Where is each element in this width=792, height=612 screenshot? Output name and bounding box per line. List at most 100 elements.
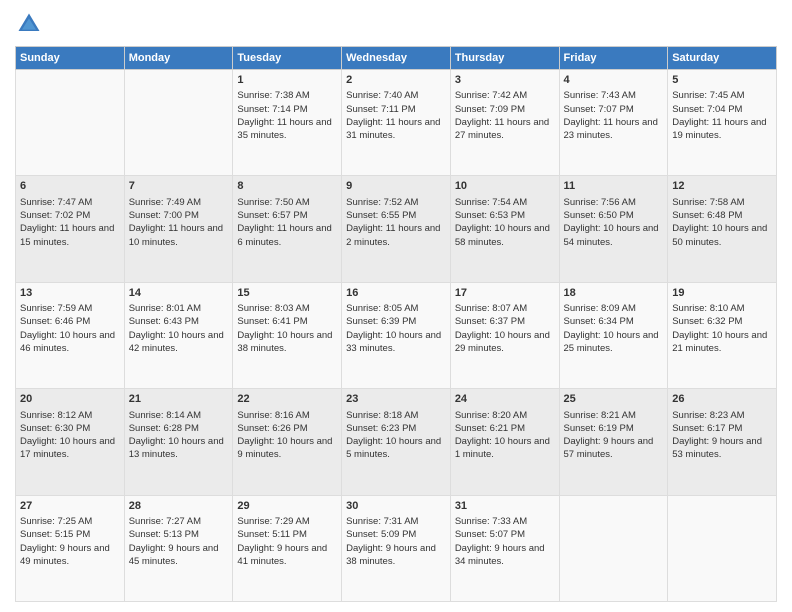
day-number: 18 [564, 286, 664, 301]
day-number: 14 [129, 286, 229, 301]
calendar-table: SundayMondayTuesdayWednesdayThursdayFrid… [15, 46, 777, 602]
day-number: 22 [237, 392, 337, 407]
week-row-5: 27Sunrise: 7:25 AMSunset: 5:15 PMDayligh… [16, 495, 777, 601]
sunset-text: Sunset: 5:15 PM [20, 528, 120, 541]
sunset-text: Sunset: 6:28 PM [129, 422, 229, 435]
day-number: 31 [455, 499, 555, 514]
calendar-cell: 29Sunrise: 7:29 AMSunset: 5:11 PMDayligh… [233, 495, 342, 601]
daylight-text: Daylight: 10 hours and 38 minutes. [237, 329, 337, 356]
weekday-header-row: SundayMondayTuesdayWednesdayThursdayFrid… [16, 47, 777, 70]
sunrise-text: Sunrise: 7:25 AM [20, 515, 120, 528]
calendar-cell: 1Sunrise: 7:38 AMSunset: 7:14 PMDaylight… [233, 70, 342, 176]
day-number: 21 [129, 392, 229, 407]
weekday-header-sunday: Sunday [16, 47, 125, 70]
sunset-text: Sunset: 7:11 PM [346, 103, 446, 116]
sunrise-text: Sunrise: 7:43 AM [564, 89, 664, 102]
calendar-cell: 13Sunrise: 7:59 AMSunset: 6:46 PMDayligh… [16, 282, 125, 388]
daylight-text: Daylight: 10 hours and 33 minutes. [346, 329, 446, 356]
calendar-cell: 4Sunrise: 7:43 AMSunset: 7:07 PMDaylight… [559, 70, 668, 176]
daylight-text: Daylight: 9 hours and 57 minutes. [564, 435, 664, 462]
sunrise-text: Sunrise: 7:33 AM [455, 515, 555, 528]
weekday-header-tuesday: Tuesday [233, 47, 342, 70]
sunset-text: Sunset: 7:07 PM [564, 103, 664, 116]
day-number: 8 [237, 179, 337, 194]
daylight-text: Daylight: 9 hours and 34 minutes. [455, 542, 555, 569]
day-number: 1 [237, 73, 337, 88]
calendar-cell: 28Sunrise: 7:27 AMSunset: 5:13 PMDayligh… [124, 495, 233, 601]
sunrise-text: Sunrise: 7:52 AM [346, 196, 446, 209]
weekday-header-friday: Friday [559, 47, 668, 70]
calendar-cell: 18Sunrise: 8:09 AMSunset: 6:34 PMDayligh… [559, 282, 668, 388]
daylight-text: Daylight: 10 hours and 54 minutes. [564, 222, 664, 249]
sunrise-text: Sunrise: 7:47 AM [20, 196, 120, 209]
daylight-text: Daylight: 11 hours and 27 minutes. [455, 116, 555, 143]
day-number: 9 [346, 179, 446, 194]
sunset-text: Sunset: 6:26 PM [237, 422, 337, 435]
day-number: 7 [129, 179, 229, 194]
day-number: 23 [346, 392, 446, 407]
sunrise-text: Sunrise: 8:23 AM [672, 409, 772, 422]
sunset-text: Sunset: 6:37 PM [455, 315, 555, 328]
sunset-text: Sunset: 6:43 PM [129, 315, 229, 328]
sunrise-text: Sunrise: 8:20 AM [455, 409, 555, 422]
sunrise-text: Sunrise: 7:59 AM [20, 302, 120, 315]
daylight-text: Daylight: 10 hours and 9 minutes. [237, 435, 337, 462]
sunset-text: Sunset: 7:04 PM [672, 103, 772, 116]
sunset-text: Sunset: 6:23 PM [346, 422, 446, 435]
calendar-cell [124, 70, 233, 176]
calendar-cell [559, 495, 668, 601]
sunrise-text: Sunrise: 8:03 AM [237, 302, 337, 315]
daylight-text: Daylight: 11 hours and 6 minutes. [237, 222, 337, 249]
sunrise-text: Sunrise: 8:12 AM [20, 409, 120, 422]
calendar-cell: 3Sunrise: 7:42 AMSunset: 7:09 PMDaylight… [450, 70, 559, 176]
sunrise-text: Sunrise: 7:38 AM [237, 89, 337, 102]
calendar-cell: 14Sunrise: 8:01 AMSunset: 6:43 PMDayligh… [124, 282, 233, 388]
day-number: 15 [237, 286, 337, 301]
daylight-text: Daylight: 10 hours and 21 minutes. [672, 329, 772, 356]
calendar-cell: 15Sunrise: 8:03 AMSunset: 6:41 PMDayligh… [233, 282, 342, 388]
daylight-text: Daylight: 11 hours and 35 minutes. [237, 116, 337, 143]
calendar-cell: 22Sunrise: 8:16 AMSunset: 6:26 PMDayligh… [233, 389, 342, 495]
logo [15, 10, 47, 38]
week-row-2: 6Sunrise: 7:47 AMSunset: 7:02 PMDaylight… [16, 176, 777, 282]
sunset-text: Sunset: 5:13 PM [129, 528, 229, 541]
daylight-text: Daylight: 10 hours and 42 minutes. [129, 329, 229, 356]
sunset-text: Sunset: 6:55 PM [346, 209, 446, 222]
day-number: 11 [564, 179, 664, 194]
week-row-4: 20Sunrise: 8:12 AMSunset: 6:30 PMDayligh… [16, 389, 777, 495]
sunset-text: Sunset: 7:09 PM [455, 103, 555, 116]
day-number: 28 [129, 499, 229, 514]
sunrise-text: Sunrise: 7:50 AM [237, 196, 337, 209]
sunset-text: Sunset: 6:48 PM [672, 209, 772, 222]
sunset-text: Sunset: 5:09 PM [346, 528, 446, 541]
weekday-header-thursday: Thursday [450, 47, 559, 70]
calendar-cell: 26Sunrise: 8:23 AMSunset: 6:17 PMDayligh… [668, 389, 777, 495]
calendar-cell: 19Sunrise: 8:10 AMSunset: 6:32 PMDayligh… [668, 282, 777, 388]
week-row-3: 13Sunrise: 7:59 AMSunset: 6:46 PMDayligh… [16, 282, 777, 388]
calendar-cell [668, 495, 777, 601]
day-number: 29 [237, 499, 337, 514]
sunrise-text: Sunrise: 7:58 AM [672, 196, 772, 209]
sunset-text: Sunset: 6:32 PM [672, 315, 772, 328]
day-number: 12 [672, 179, 772, 194]
daylight-text: Daylight: 10 hours and 13 minutes. [129, 435, 229, 462]
sunrise-text: Sunrise: 8:21 AM [564, 409, 664, 422]
sunrise-text: Sunrise: 8:05 AM [346, 302, 446, 315]
calendar-cell: 20Sunrise: 8:12 AMSunset: 6:30 PMDayligh… [16, 389, 125, 495]
sunrise-text: Sunrise: 7:54 AM [455, 196, 555, 209]
daylight-text: Daylight: 11 hours and 2 minutes. [346, 222, 446, 249]
week-row-1: 1Sunrise: 7:38 AMSunset: 7:14 PMDaylight… [16, 70, 777, 176]
weekday-header-wednesday: Wednesday [342, 47, 451, 70]
sunrise-text: Sunrise: 8:18 AM [346, 409, 446, 422]
sunrise-text: Sunrise: 7:49 AM [129, 196, 229, 209]
sunset-text: Sunset: 6:57 PM [237, 209, 337, 222]
calendar-cell: 11Sunrise: 7:56 AMSunset: 6:50 PMDayligh… [559, 176, 668, 282]
sunset-text: Sunset: 5:11 PM [237, 528, 337, 541]
daylight-text: Daylight: 10 hours and 17 minutes. [20, 435, 120, 462]
day-number: 10 [455, 179, 555, 194]
calendar-cell: 21Sunrise: 8:14 AMSunset: 6:28 PMDayligh… [124, 389, 233, 495]
daylight-text: Daylight: 11 hours and 31 minutes. [346, 116, 446, 143]
day-number: 25 [564, 392, 664, 407]
sunset-text: Sunset: 6:53 PM [455, 209, 555, 222]
sunset-text: Sunset: 6:34 PM [564, 315, 664, 328]
